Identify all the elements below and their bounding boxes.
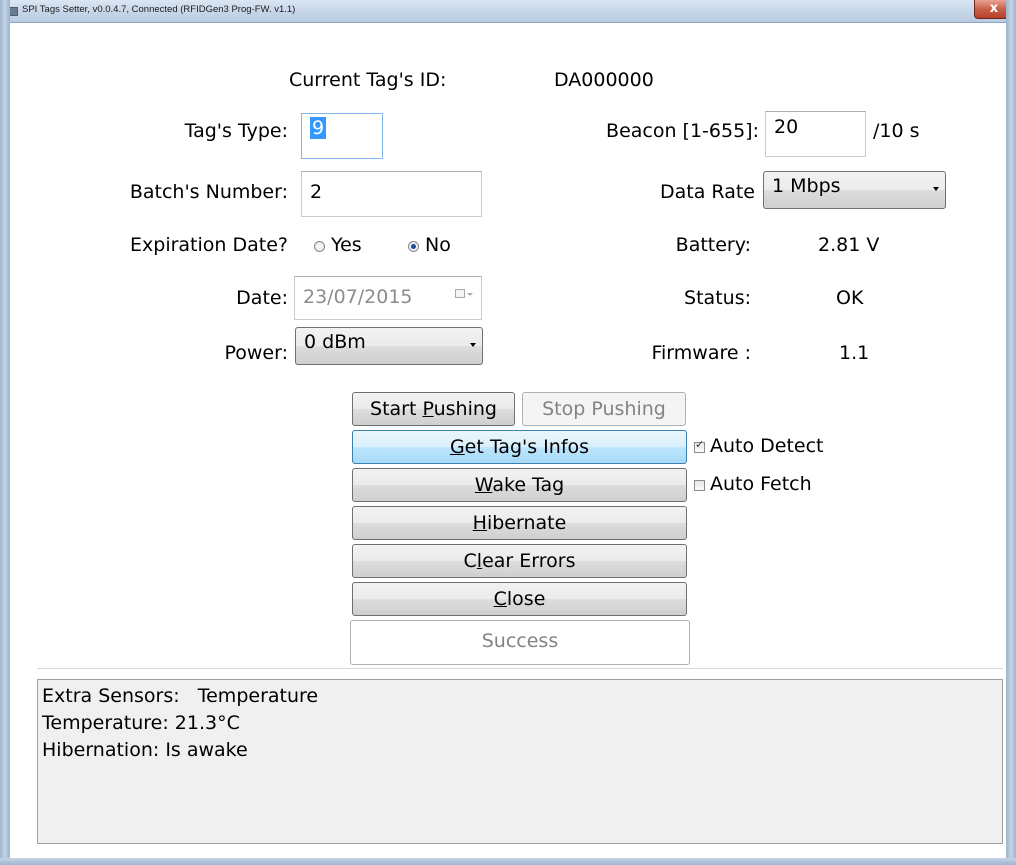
beacon-label: Beacon [1-655]: bbox=[606, 120, 759, 142]
close-label-post: lose bbox=[506, 588, 546, 610]
data-rate-label: Data Rate bbox=[660, 181, 755, 203]
firmware-label: Firmware : bbox=[651, 342, 751, 364]
calendar-icon bbox=[455, 289, 465, 298]
window-title: SPI Tags Setter, v0.0.4.7, Connected (RF… bbox=[22, 4, 296, 15]
tag-type-label: Tag's Type: bbox=[184, 120, 288, 142]
current-tag-id-value: DA000000 bbox=[554, 69, 654, 91]
title-bar: SPI Tags Setter, v0.0.4.7, Connected (RF… bbox=[0, 0, 1016, 23]
start-pushing-label-key: P bbox=[422, 398, 434, 420]
clear-label-post: ear Errors bbox=[482, 550, 576, 572]
get-infos-label-post: et Tag's Infos bbox=[464, 436, 590, 458]
window-frame-right bbox=[1006, 0, 1016, 865]
battery-value: 2.81 V bbox=[818, 234, 880, 256]
log-line-temperature: Temperature: 21.3°C bbox=[42, 712, 240, 734]
status-label: Status: bbox=[684, 287, 751, 309]
stop-pushing-button[interactable]: Stop Pushing bbox=[522, 392, 686, 426]
hibernate-label-key: H bbox=[472, 512, 487, 534]
wake-label-key: W bbox=[474, 474, 493, 496]
close-button[interactable]: Close bbox=[352, 582, 687, 616]
hibernate-button[interactable]: Hibernate bbox=[352, 506, 687, 540]
beacon-input[interactable]: 20 bbox=[765, 111, 866, 157]
expiration-date-label: Expiration Date? bbox=[130, 234, 288, 256]
power-dropdown[interactable]: 0 dBm bbox=[295, 327, 483, 365]
date-label: Date: bbox=[236, 287, 288, 309]
chevron-down-icon bbox=[470, 343, 476, 347]
log-line-hibernation: Hibernation: Is awake bbox=[42, 739, 248, 761]
date-picker[interactable]: 23/07/2015 bbox=[294, 276, 482, 320]
result-status-box: Success bbox=[350, 620, 690, 665]
start-pushing-label-pre: Start bbox=[370, 398, 423, 420]
auto-fetch-label: Auto Fetch bbox=[710, 473, 812, 495]
data-rate-dropdown[interactable]: 1 Mbps bbox=[763, 171, 946, 209]
auto-detect-label: Auto Detect bbox=[710, 435, 824, 457]
clear-label-pre: C bbox=[463, 550, 477, 572]
window-frame-bottom bbox=[0, 858, 1016, 865]
window-frame-left bbox=[0, 0, 10, 865]
power-value: 0 dBm bbox=[304, 331, 366, 353]
tag-type-value: 9 bbox=[310, 117, 327, 139]
start-pushing-button[interactable]: Start Pushing bbox=[352, 392, 515, 426]
chevron-down-icon bbox=[467, 293, 473, 296]
hibernate-label-post: ibernate bbox=[486, 512, 567, 534]
expiration-yes-radio[interactable] bbox=[314, 241, 325, 252]
sensor-info-panel: Extra Sensors: Temperature Temperature: … bbox=[37, 679, 1003, 844]
panel-divider bbox=[37, 668, 1003, 669]
chevron-down-icon bbox=[933, 187, 939, 191]
auto-fetch-checkbox[interactable] bbox=[694, 480, 705, 491]
start-pushing-label-post: ushing bbox=[433, 398, 497, 420]
expiration-no-radio[interactable] bbox=[408, 241, 419, 252]
get-tag-infos-button[interactable]: Get Tag's Infos bbox=[352, 430, 687, 464]
data-rate-value: 1 Mbps bbox=[772, 175, 841, 197]
current-tag-id-label: Current Tag's ID: bbox=[289, 69, 447, 91]
status-value: OK bbox=[836, 287, 864, 309]
wake-label-post: ake Tag bbox=[492, 474, 565, 496]
expiration-no-label: No bbox=[425, 234, 451, 256]
wake-tag-button[interactable]: Wake Tag bbox=[352, 468, 687, 502]
date-value: 23/07/2015 bbox=[303, 286, 413, 308]
get-infos-label-key: G bbox=[449, 436, 465, 458]
batch-number-input[interactable]: 2 bbox=[301, 171, 482, 217]
auto-detect-checkbox[interactable] bbox=[694, 438, 705, 453]
battery-label: Battery: bbox=[675, 234, 751, 256]
close-label-key: C bbox=[493, 588, 507, 610]
firmware-value: 1.1 bbox=[839, 342, 870, 364]
beacon-unit: /10 s bbox=[873, 120, 920, 142]
tag-type-input[interactable]: 9 bbox=[301, 113, 383, 159]
batch-number-label: Batch's Number: bbox=[129, 181, 288, 203]
expiration-yes-label: Yes bbox=[331, 234, 362, 256]
power-label: Power: bbox=[224, 342, 288, 364]
log-line-extra-sensors: Extra Sensors: Temperature bbox=[42, 685, 319, 707]
clear-errors-button[interactable]: Clear Errors bbox=[352, 544, 687, 578]
